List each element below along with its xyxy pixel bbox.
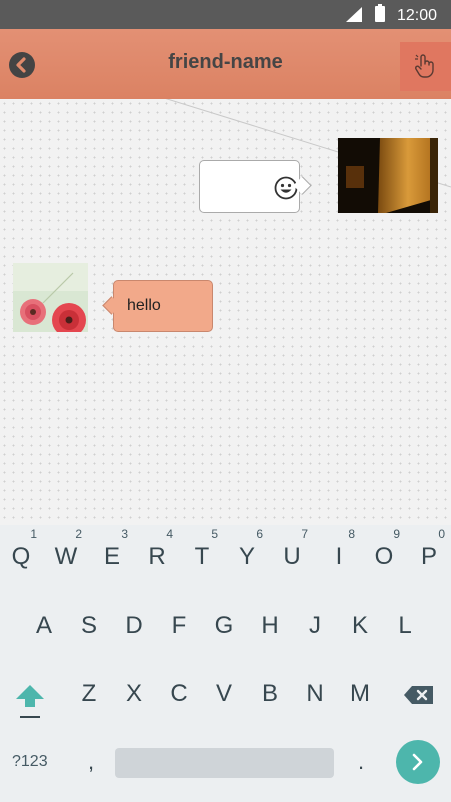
key-label: L [398,612,412,639]
key-number-hint: 3 [121,527,128,541]
avatar-photo [338,138,438,213]
backspace-icon [404,686,433,704]
key-label: T [194,543,210,570]
key-a[interactable]: A [24,601,64,651]
key-label: V [215,680,232,707]
key-l[interactable]: L [385,601,425,651]
key-o[interactable]: O9 [364,528,404,582]
key-label: M [350,680,370,707]
friend-avatar[interactable] [13,263,88,332]
page-title: friend-name [168,51,283,73]
key-q[interactable]: Q1 [1,528,41,582]
key-label: S [80,612,97,639]
key-label: D [125,612,143,639]
key-label: J [309,612,321,639]
key-c[interactable]: C [159,669,199,719]
key-number-hint: 1 [30,527,37,541]
key-label: K [351,612,368,639]
key-s[interactable]: S [69,601,109,651]
key-label: I [335,543,343,570]
key-number-hint: 2 [75,527,82,541]
key-d[interactable]: D [114,601,154,651]
key-number-hint: 4 [166,527,173,541]
status-bar: 12:00 [0,0,451,29]
message-text: hello [127,297,161,314]
key-number-hint: 6 [256,527,263,541]
key-label: U [283,543,301,570]
key-y[interactable]: Y6 [227,528,267,582]
key-g[interactable]: G [204,601,244,651]
key-b[interactable]: B [250,669,290,719]
key-p[interactable]: P0 [409,528,449,582]
signal-icon [346,7,362,22]
symbols-key[interactable]: ?123 [12,753,48,771]
comma-key[interactable]: , [84,749,98,775]
key-number-hint: 8 [348,527,355,541]
key-m[interactable]: M [340,669,380,719]
key-f[interactable]: F [159,601,199,651]
key-label: X [125,680,142,707]
incoming-message-bubble[interactable]: hello [113,280,213,332]
key-label: F [171,612,187,639]
key-j[interactable]: J [295,601,335,651]
battery-icon [375,4,385,22]
backspace-key[interactable] [403,684,435,706]
shift-key[interactable] [13,681,47,721]
outgoing-message-bubble[interactable] [199,160,300,213]
key-w[interactable]: W2 [46,528,86,582]
key-label: W [54,543,78,570]
soft-keyboard: Q1W2E3R4T5Y6U7I8O9P0 ASDFGHJKL ZXCVBNM ?… [0,525,451,802]
key-u[interactable]: U7 [272,528,312,582]
key-label: O [374,543,394,570]
key-label: N [306,680,324,707]
my-avatar[interactable] [338,138,438,213]
smiley-face-icon [274,176,298,200]
key-v[interactable]: V [204,669,244,719]
space-key[interactable] [115,748,334,778]
chat-header: friend-name [0,29,451,99]
key-label: B [261,680,278,707]
key-label: Q [11,543,31,570]
key-label: G [214,612,234,639]
hand-pointer-icon [415,54,434,78]
key-label: Y [238,543,255,570]
key-n[interactable]: N [295,669,335,719]
key-number-hint: 9 [393,527,400,541]
key-label: P [420,543,437,570]
key-x[interactable]: X [114,669,154,719]
key-label: Z [81,680,97,707]
key-z[interactable]: Z [69,669,109,719]
key-number-hint: 0 [438,527,445,541]
key-k[interactable]: K [340,601,380,651]
enter-key[interactable] [396,740,440,784]
key-number-hint: 5 [211,527,218,541]
key-label: C [170,680,188,707]
key-label: E [103,543,120,570]
chevron-right-icon [412,753,423,771]
key-label: H [261,612,279,639]
chat-area[interactable]: hello [0,99,451,525]
key-t[interactable]: T5 [182,528,222,582]
key-h[interactable]: H [250,601,290,651]
status-time: 12:00 [397,7,438,24]
key-i[interactable]: I8 [319,528,359,582]
key-e[interactable]: E3 [92,528,132,582]
touch-toggle-button[interactable] [400,42,451,91]
shift-arrow-icon [16,685,44,718]
avatar-photo [13,263,88,332]
period-key[interactable]: . [354,749,368,775]
key-r[interactable]: R4 [137,528,177,582]
key-label: A [35,612,52,639]
key-label: R [148,543,166,570]
key-number-hint: 7 [301,527,308,541]
